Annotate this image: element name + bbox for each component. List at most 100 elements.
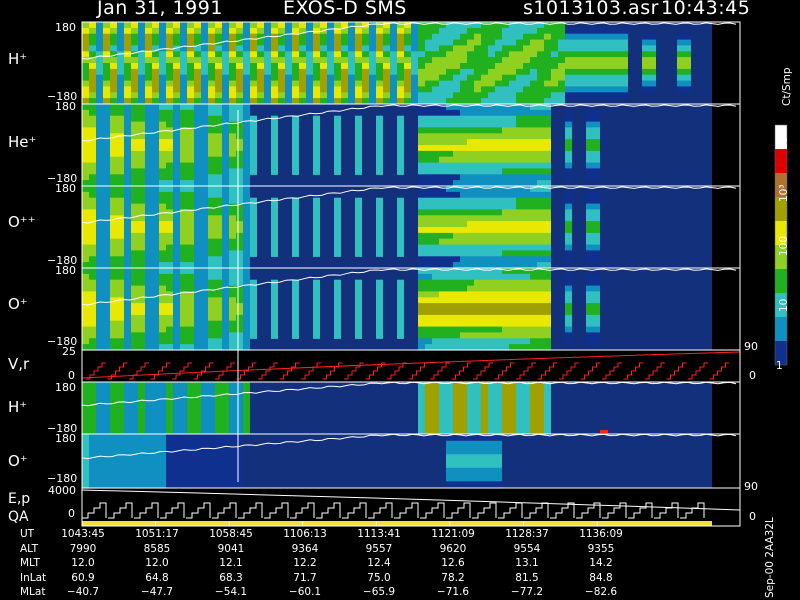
heatmap-cell <box>334 156 341 164</box>
heatmap-cell <box>131 314 138 322</box>
heatmap-cell <box>558 92 565 99</box>
heatmap-cell <box>565 332 572 339</box>
heatmap-cell <box>292 232 299 240</box>
heatmap-cell <box>145 238 152 246</box>
heatmap-cell <box>215 115 222 123</box>
heatmap-cell <box>446 388 453 396</box>
heatmap-cell <box>453 197 460 205</box>
heatmap-cell <box>593 309 600 316</box>
heatmap-cell <box>523 221 530 228</box>
heatmap-cell <box>208 474 215 482</box>
heatmap-cell <box>481 127 488 134</box>
heatmap-cell <box>425 209 432 216</box>
heatmap-cell <box>124 467 131 476</box>
heatmap-cell <box>138 109 145 117</box>
heatmap-cell <box>138 232 145 240</box>
heatmap-cell <box>544 197 551 205</box>
heatmap-cell <box>222 434 229 442</box>
heatmap-cell <box>313 209 320 216</box>
heatmap-cell <box>110 115 117 123</box>
heatmap-cell <box>194 197 201 205</box>
heatmap-cell <box>467 250 474 257</box>
heatmap-cell <box>355 279 362 287</box>
heatmap-cell <box>96 109 103 117</box>
heatmap-cell <box>131 156 138 164</box>
heatmap-cell <box>166 74 173 82</box>
heatmap-cell <box>516 256 523 263</box>
heatmap-cell <box>215 227 222 234</box>
ytick-top-1: 180 <box>55 100 76 113</box>
heatmap-cell <box>432 139 439 146</box>
heatmap-cell <box>159 232 166 240</box>
heatmap-cell <box>460 238 467 246</box>
heatmap-cell <box>222 203 229 211</box>
heatmap-cell <box>201 285 208 293</box>
heatmap-cell <box>271 80 278 88</box>
heatmap-cell <box>215 474 222 482</box>
heatmap-cell <box>502 63 509 70</box>
heatmap-cell <box>152 162 159 170</box>
heatmap-cell <box>166 250 173 257</box>
heatmap-cell <box>432 74 439 82</box>
heatmap-cell <box>432 338 439 345</box>
heatmap-cell <box>222 168 229 175</box>
heatmap-cell <box>173 203 180 211</box>
heatmap-cell <box>565 51 572 58</box>
heatmap-cell <box>502 121 509 129</box>
heatmap-cell <box>131 414 138 422</box>
heatmap-cell <box>222 68 229 76</box>
heatmap-cell <box>292 320 299 328</box>
heatmap-cell <box>327 63 334 70</box>
heatmap-cell <box>425 33 432 41</box>
heatmap-cell <box>96 401 103 409</box>
heatmap-cell <box>180 454 187 462</box>
heatmap-cell <box>292 250 299 257</box>
heatmap-cell <box>551 63 558 70</box>
heatmap-cell <box>173 156 180 164</box>
heatmap-cell <box>488 474 495 482</box>
heatmap-cell <box>201 215 208 222</box>
heatmap-cell <box>460 401 467 409</box>
heatmap-cell <box>292 314 299 322</box>
heatmap-cell <box>439 297 446 304</box>
heatmap-cell <box>425 174 432 181</box>
heatmap-cell <box>124 238 131 246</box>
heatmap-cell <box>474 291 481 298</box>
heatmap-cell <box>439 338 446 345</box>
heatmap-cell <box>425 51 432 58</box>
heatmap-cell <box>208 279 215 287</box>
heatmap-cell <box>215 57 222 64</box>
heatmap-cell <box>138 467 145 476</box>
heatmap-cell <box>481 388 488 396</box>
heatmap-cell <box>432 121 439 129</box>
heatmap-cell <box>145 467 152 476</box>
heatmap-cell <box>82 309 89 316</box>
heatmap-cell <box>362 68 369 76</box>
heatmap-cell <box>509 174 516 181</box>
heatmap-cell <box>341 68 348 76</box>
heatmap-cell <box>586 297 593 304</box>
heatmap-cell <box>418 104 425 111</box>
heatmap-cell <box>201 297 208 304</box>
heatmap-cell <box>96 127 103 134</box>
heatmap-cell <box>131 421 138 429</box>
heatmap-cell <box>166 51 173 58</box>
heatmap-cell <box>201 421 208 429</box>
heatmap-cell <box>285 86 292 93</box>
heatmap-cell <box>502 203 509 211</box>
heatmap-cell <box>530 51 537 58</box>
heatmap-cell <box>544 256 551 263</box>
heatmap-cell <box>173 388 180 396</box>
heatmap-cell <box>516 309 523 316</box>
heatmap-cell <box>621 80 628 88</box>
heatmap-cell <box>355 244 362 252</box>
heatmap-cell <box>397 215 404 222</box>
heatmap-cell <box>243 162 250 170</box>
velocity-step <box>666 362 687 380</box>
heatmap-cell <box>607 86 614 93</box>
heatmap-cell <box>173 57 180 64</box>
heatmap-cell <box>208 115 215 123</box>
heatmap-cell <box>460 297 467 304</box>
heatmap-cell <box>411 68 418 76</box>
heatmap-cell <box>208 39 215 47</box>
